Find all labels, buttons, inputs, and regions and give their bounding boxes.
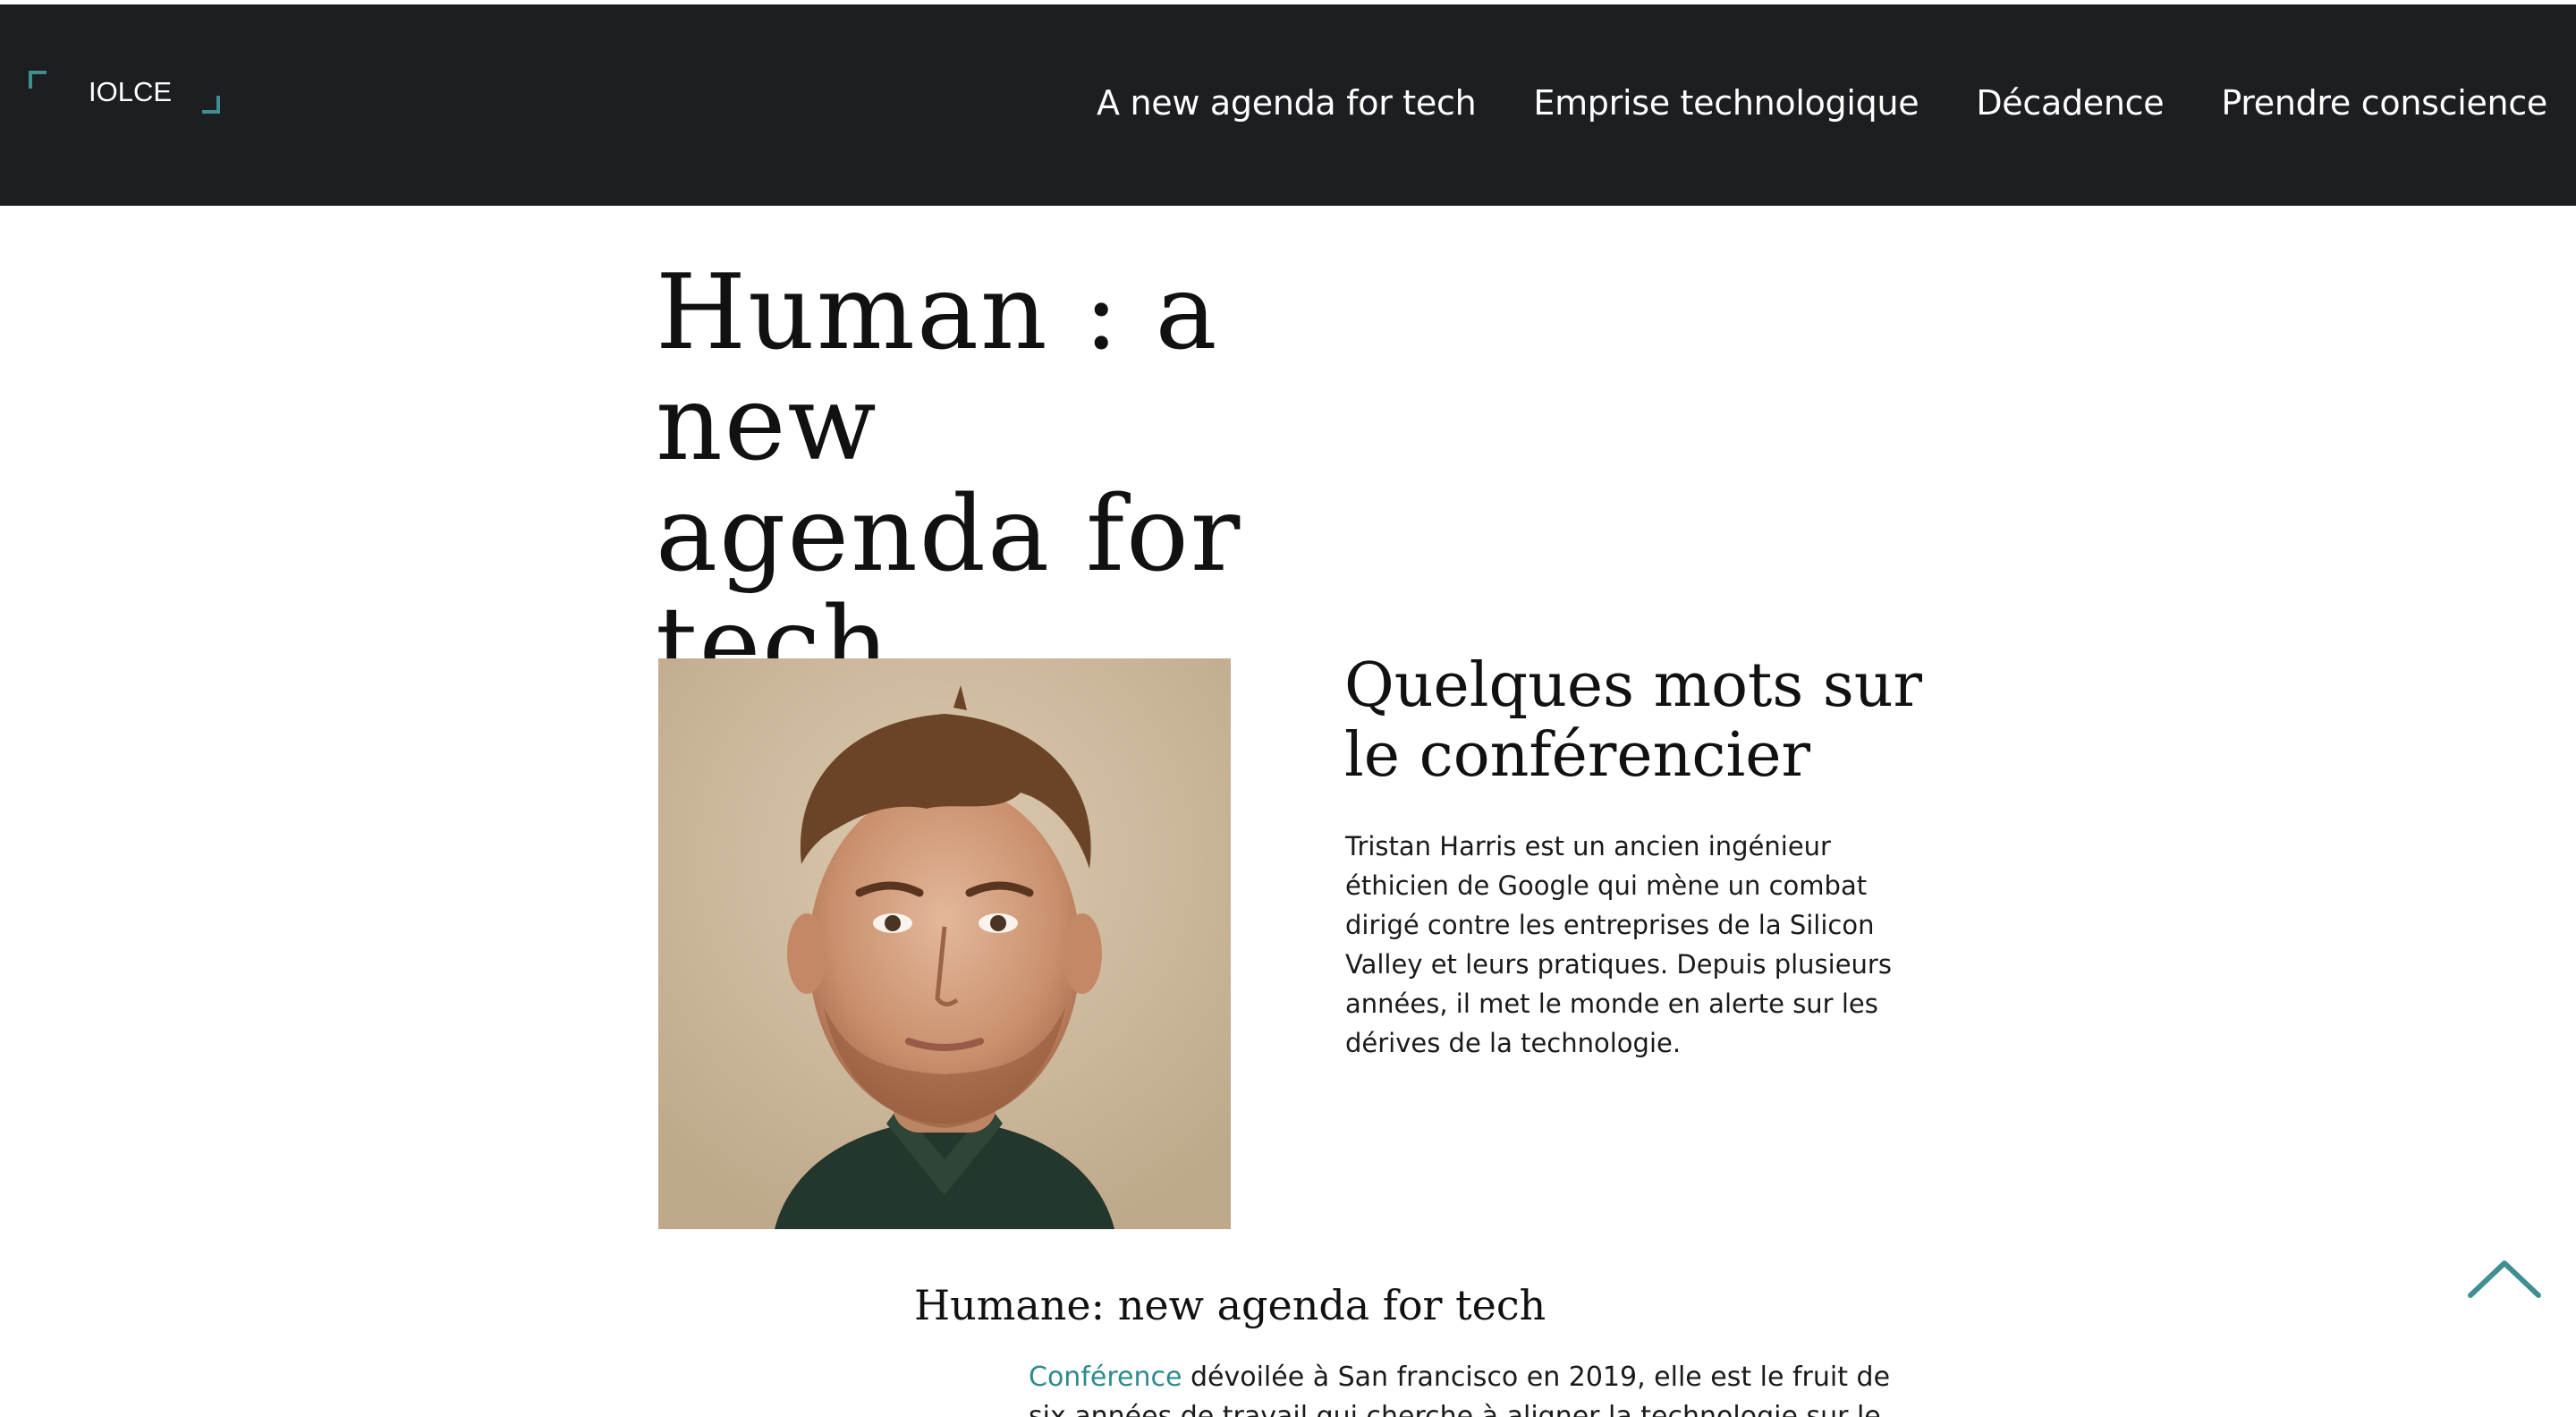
speaker-heading: Quelques mots sur le conférencier [1344, 650, 1923, 791]
page-title: Human : a new agenda for tech [656, 252, 1242, 706]
logo-text: IOLCE [89, 76, 173, 107]
nav-link-new-agenda[interactable]: A new agenda for tech [1097, 83, 1477, 123]
speaker-portrait [658, 658, 1231, 1229]
speaker-bio: Tristan Harris est un ancien ingénieur é… [1345, 831, 1892, 1058]
nav-link-prendre-conscience[interactable]: Prendre conscience [2221, 83, 2547, 123]
logo-corner-bottom-right-icon [202, 96, 220, 114]
conference-link[interactable]: Conférence [1029, 1362, 1182, 1393]
nav-link-decadence[interactable]: Décadence [1976, 83, 2164, 123]
scroll-to-top-button[interactable] [2465, 1252, 2544, 1302]
speaker-photo-illustration [658, 658, 1231, 1229]
site-logo[interactable]: IOLCE [27, 67, 224, 121]
page: IOLCE A new agenda for tech Emprise tech… [0, 0, 2576, 1417]
logo-corner-top-left-icon [29, 71, 47, 89]
chevron-up-icon [2468, 1260, 2541, 1298]
nav-link-emprise-technologique[interactable]: Emprise technologique [1533, 83, 1919, 123]
section-heading: Humane: new agenda for tech [914, 1281, 1546, 1329]
section-body: Conférence dévoilée à San francisco en 2… [1029, 1358, 1923, 1417]
site-header: IOLCE A new agenda for tech Emprise tech… [0, 0, 2576, 206]
main-nav: A new agenda for tech Emprise technologi… [1097, 83, 2547, 123]
